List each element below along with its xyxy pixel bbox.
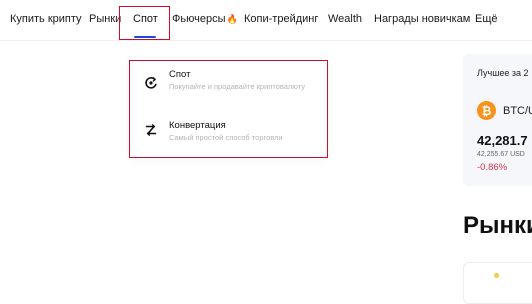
markets-card[interactable] <box>463 262 532 304</box>
nav-item-futures[interactable]: Фьючерсы🔥 <box>172 13 238 26</box>
dropdown-item-spot-description: Покупайте и продавайте криптовалюту <box>169 82 306 91</box>
card-change: -0.86% <box>477 162 508 173</box>
dropdown-item-spot-title: Спот <box>169 69 191 80</box>
convert-icon <box>144 123 158 137</box>
coin-icon <box>494 273 499 278</box>
nav-divider <box>0 40 532 41</box>
card-price: 42,281.7 <box>477 133 528 148</box>
card-title: Лучшее за 2 <box>477 68 529 78</box>
dropdown-item-convert-description: Самый простой способ торговли <box>169 133 283 142</box>
dropdown-item-convert[interactable]: Конвертация Самый простой способ торговл… <box>130 115 327 157</box>
bitcoin-icon: ₿ <box>477 101 496 120</box>
spot-dropdown-menu: Спот Покупайте и продавайте криптовалюту… <box>129 60 328 158</box>
nav-item-newbie-rewards[interactable]: Награды новичкам <box>374 13 470 26</box>
markets-heading: Рынки <box>463 212 532 239</box>
fire-icon: 🔥 <box>226 14 238 24</box>
nav-item-copy-trading[interactable]: Копи-трейдинг <box>244 13 318 26</box>
nav-item-more[interactable]: Ещё <box>475 13 498 26</box>
nav-item-buy-crypto[interactable]: Купить крипту <box>10 13 82 26</box>
nav-item-markets[interactable]: Рынки <box>89 13 121 26</box>
nav-item-wealth[interactable]: Wealth <box>328 13 362 26</box>
spot-icon <box>144 76 158 90</box>
card-pair: BTC/U <box>503 105 532 117</box>
top-picks-card[interactable]: Лучшее за 2 ₿ BTC/U 42,281.7 42,255.67 U… <box>463 54 532 186</box>
dropdown-item-convert-title: Конвертация <box>169 120 226 131</box>
card-sub-price: 42,255.67 USD <box>477 151 525 158</box>
top-nav: Купить крипту Рынки Спот Фьючерсы🔥 Копи-… <box>0 0 532 40</box>
spot-highlight-box <box>119 6 170 40</box>
nav-item-futures-label: Фьючерсы <box>172 13 226 25</box>
dropdown-item-spot[interactable]: Спот Покупайте и продавайте криптовалюту <box>130 65 327 107</box>
